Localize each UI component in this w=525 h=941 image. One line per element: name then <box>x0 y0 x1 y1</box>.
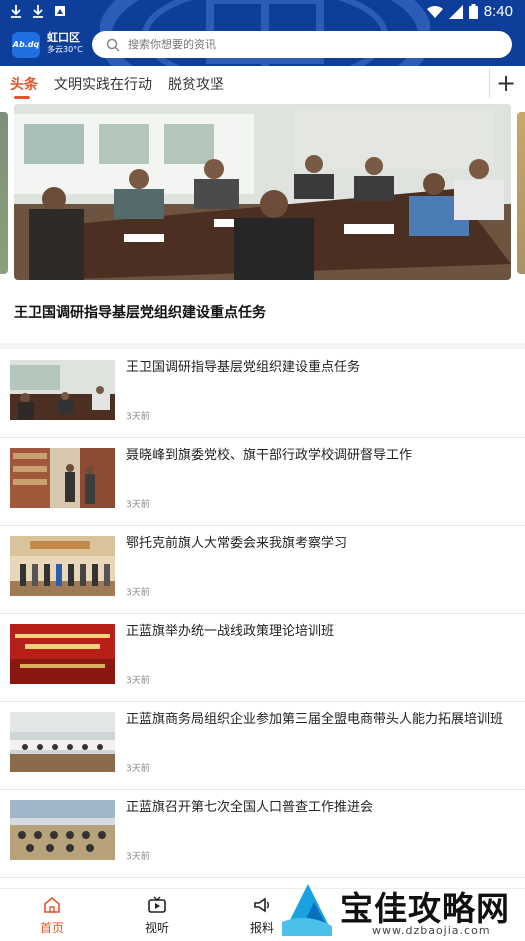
watermark-logo <box>282 884 332 936</box>
search-input[interactable] <box>128 38 488 51</box>
carousel-headline[interactable]: 王卫国调研指导基层党组织建设重点任务 <box>14 302 266 322</box>
wifi-icon <box>426 5 443 18</box>
video-icon <box>148 896 166 913</box>
signal-icon <box>448 4 463 19</box>
battery-icon <box>468 4 478 19</box>
status-bar: 8:40 <box>0 0 525 24</box>
news-item[interactable]: 王卫国调研指导基层党组织建设重点任务 3天前 <box>0 350 525 438</box>
app-notification-icon <box>55 6 65 16</box>
news-title: 聂晓峰到旗委党校、旗干部行政学校调研督导工作 <box>126 448 413 463</box>
news-time: 3天前 <box>126 588 150 598</box>
watermark-text: 宝佳攻略网 <box>340 889 510 928</box>
tab-headlines[interactable]: 头条 <box>10 74 38 94</box>
news-time: 3天前 <box>126 500 150 510</box>
location-weather[interactable]: 虹口区 多云30°C <box>47 31 83 55</box>
previous-slide-peek[interactable] <box>0 112 8 274</box>
next-slide-peek[interactable] <box>517 112 525 274</box>
active-tab-indicator <box>14 96 30 99</box>
news-title: 正蓝旗举办统一战线政策理论培训班 <box>126 624 335 639</box>
news-item[interactable]: 鄂托克前旗人大常委会来我旗考察学习 3天前 <box>0 526 525 614</box>
app-logo[interactable]: Ab.dq <box>12 32 40 58</box>
headline-carousel[interactable] <box>0 104 525 280</box>
news-item[interactable]: 正蓝旗举办统一战线政策理论培训班 3天前 <box>0 614 525 702</box>
location-city: 虹口区 <box>47 31 80 44</box>
news-thumbnail <box>10 624 115 684</box>
news-thumbnail <box>10 712 115 772</box>
nav-home-label: 首页 <box>39 921 64 935</box>
news-thumbnail <box>10 536 115 596</box>
news-item[interactable]: 正蓝旗召开第七次全国人口普查工作推进会 3天前 <box>0 790 525 878</box>
watermark-url: www.dzbaojia.com <box>372 924 491 937</box>
meeting-room-photo <box>14 104 511 280</box>
news-title: 正蓝旗召开第七次全国人口普查工作推进会 <box>126 800 374 815</box>
news-title: 正蓝旗商务局组织企业参加第三届全盟电商带头人能力拓展培训班 <box>126 712 504 727</box>
tab-poverty-alleviation[interactable]: 脱贫攻坚 <box>168 74 224 94</box>
add-channel-button[interactable]: + <box>489 68 516 98</box>
news-thumbnail <box>10 448 115 508</box>
download-icon <box>33 5 43 18</box>
news-time: 3天前 <box>126 412 150 422</box>
megaphone-icon <box>254 897 269 913</box>
nav-video-label: 视听 <box>144 921 169 935</box>
news-title: 鄂托克前旗人大常委会来我旗考察学习 <box>126 536 348 551</box>
news-time: 3天前 <box>126 764 150 774</box>
weather-text: 多云30°C <box>47 45 83 54</box>
home-icon <box>44 896 60 913</box>
search-bar[interactable] <box>92 31 512 58</box>
news-thumbnail <box>10 360 115 420</box>
news-time: 3天前 <box>126 852 150 862</box>
news-item[interactable]: 正蓝旗商务局组织企业参加第三届全盟电商带头人能力拓展培训班 3天前 <box>0 702 525 790</box>
news-title: 王卫国调研指导基层党组织建设重点任务 <box>126 360 361 375</box>
news-time: 3天前 <box>126 676 150 686</box>
search-icon <box>106 38 120 52</box>
nav-home[interactable]: 首页 <box>22 895 82 936</box>
nav-report-label: 报料 <box>249 921 274 935</box>
news-thumbnail <box>10 800 115 860</box>
tab-civilization-practice[interactable]: 文明实践在行动 <box>54 74 152 94</box>
site-watermark: 宝佳攻略网 www.dzbaojia.com <box>278 880 525 941</box>
channel-tabs: 头条 文明实践在行动 脱贫攻坚 <box>0 66 525 102</box>
carousel-slide-image[interactable] <box>14 104 511 280</box>
status-time: 8:40 <box>483 3 513 20</box>
top-header: 8:40 Ab.dq 虹口区 多云30°C <box>0 0 525 66</box>
news-item[interactable]: 聂晓峰到旗委党校、旗干部行政学校调研督导工作 3天前 <box>0 438 525 526</box>
nav-video[interactable]: 视听 <box>127 895 187 936</box>
section-divider <box>0 343 525 349</box>
download-icon <box>11 5 21 18</box>
